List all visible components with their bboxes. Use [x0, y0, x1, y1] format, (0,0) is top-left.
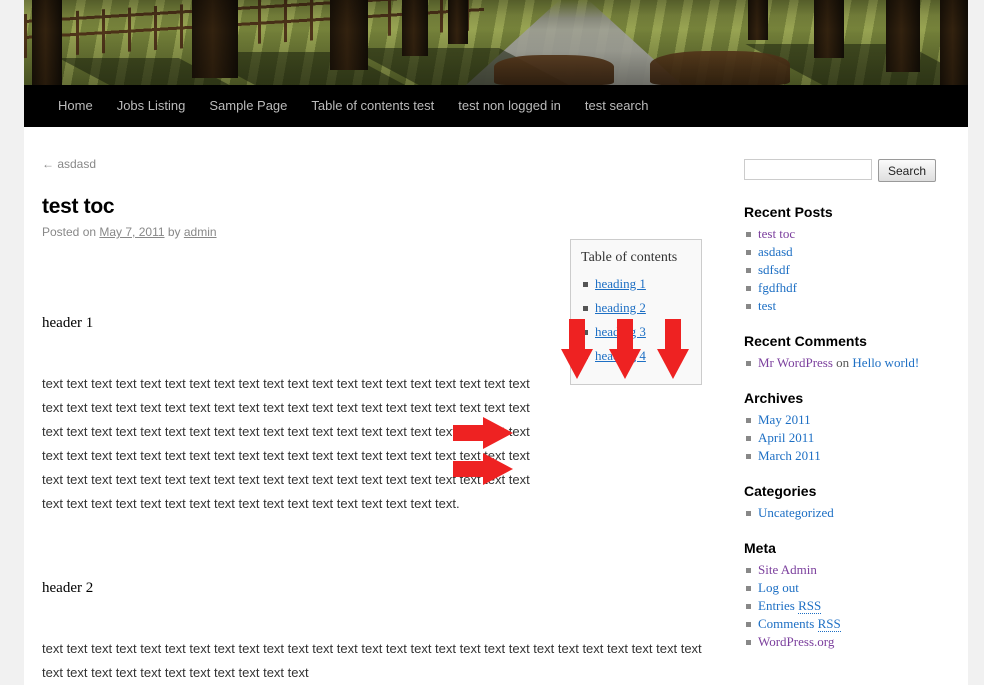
entry-meta: Posted on May 7, 2011 by admin: [42, 225, 702, 239]
rss-abbr: RSS: [798, 598, 822, 614]
nav-item-test-non-logged-in[interactable]: test non logged in: [446, 85, 573, 127]
arrow-shaft: [453, 425, 485, 441]
arrow-shaft: [453, 461, 485, 477]
comment-on-label: on: [832, 355, 853, 370]
arrow-shaft: [617, 319, 633, 351]
meta-link-log-out[interactable]: Log out: [758, 580, 799, 595]
arrow-head: [483, 417, 513, 449]
widget-meta: Meta Site Admin Log out Entries RSS Comm…: [744, 540, 954, 651]
list-item: Mr WordPress on Hello world!: [746, 354, 954, 372]
toc-link-heading-2[interactable]: heading 2: [595, 300, 646, 315]
arrow-head: [483, 453, 513, 485]
archives-list: May 2011 April 2011 March 2011: [744, 411, 954, 465]
arrow-head: [609, 349, 641, 379]
recent-post-link-fgdfhdf[interactable]: fgdfhdf: [758, 280, 797, 295]
widget-title-recent-comments: Recent Comments: [744, 333, 867, 349]
annotation-arrow-down-1: [561, 319, 593, 379]
recent-posts-list: test toc asdasd sdfsdf fgdfhdf test: [744, 225, 954, 315]
nav-item-sample-page[interactable]: Sample Page: [197, 85, 299, 127]
widget-archives: Archives May 2011 April 2011 March 2011: [744, 390, 954, 465]
meta-link-entries-rss[interactable]: Entries RSS: [758, 598, 822, 614]
comment-author-link[interactable]: Mr WordPress: [758, 355, 833, 370]
toc-title: Table of contents: [581, 250, 678, 265]
content-heading-2: header 2: [42, 580, 94, 596]
meta-link-entries-label: Entries: [758, 598, 799, 613]
list-item: Log out: [746, 579, 954, 597]
list-item: test toc: [746, 225, 954, 243]
widget-title-meta: Meta: [744, 540, 776, 556]
annotation-arrow-right-2: [453, 453, 513, 485]
meta-link-comments-label: Comments: [758, 616, 818, 631]
toc-list-item: heading 1: [583, 272, 691, 296]
meta-link-comments-rss[interactable]: Comments RSS: [758, 616, 841, 632]
list-item: asdasd: [746, 243, 954, 261]
archive-link-april-2011[interactable]: April 2011: [758, 430, 814, 445]
post-date-link[interactable]: May 7, 2011: [99, 225, 164, 239]
categories-list: Uncategorized: [744, 504, 954, 522]
toc-link-heading-1[interactable]: heading 1: [595, 276, 646, 291]
list-item: March 2011: [746, 447, 954, 465]
meta-list: Site Admin Log out Entries RSS Comments …: [744, 561, 954, 651]
toc-list-item: heading 2: [583, 296, 691, 320]
list-item: May 2011: [746, 411, 954, 429]
arrow-head: [657, 349, 689, 379]
arrow-shaft: [569, 319, 585, 351]
arrow-head: [561, 349, 593, 379]
page-wrapper: Home Jobs Listing Sample Page Table of c…: [24, 0, 968, 685]
recent-post-link-test-toc[interactable]: test toc: [758, 226, 795, 241]
nav-item-table-of-contents-test[interactable]: Table of contents test: [299, 85, 446, 127]
rss-abbr: RSS: [817, 616, 841, 632]
annotation-arrow-down-3: [657, 319, 689, 379]
widget-title-recent-posts: Recent Posts: [744, 204, 833, 220]
list-item: Comments RSS: [746, 615, 954, 633]
recent-post-link-test[interactable]: test: [758, 298, 776, 313]
list-item: fgdfhdf: [746, 279, 954, 297]
annotation-arrow-right-1: [453, 417, 513, 449]
sidebar: Search Recent Posts test toc asdasd sdfs…: [744, 159, 954, 669]
widget-categories: Categories Uncategorized: [744, 483, 954, 522]
annotation-arrow-down-2: [609, 319, 641, 379]
page-title: test toc: [42, 195, 115, 218]
recent-post-link-sdfsdf[interactable]: sdfsdf: [758, 262, 790, 277]
header-vignette: [24, 0, 968, 85]
content-column: ← asdasd test toc Posted on May 7, 2011 …: [42, 155, 702, 685]
list-item: Uncategorized: [746, 504, 954, 522]
post-author-link[interactable]: admin: [184, 225, 217, 239]
primary-navigation: Home Jobs Listing Sample Page Table of c…: [24, 85, 968, 127]
list-item: Entries RSS: [746, 597, 954, 615]
list-item: Site Admin: [746, 561, 954, 579]
search-input[interactable]: [744, 159, 872, 180]
header-image: [24, 0, 968, 85]
nav-item-test-search[interactable]: test search: [573, 85, 661, 127]
list-item: WordPress.org: [746, 633, 954, 651]
list-item: test: [746, 297, 954, 315]
entry-content: Table of contents heading 1 heading 2 he…: [42, 239, 702, 685]
recent-post-link-asdasd[interactable]: asdasd: [758, 244, 793, 259]
search-form: Search: [744, 159, 954, 182]
category-link-uncategorized[interactable]: Uncategorized: [758, 505, 834, 520]
nav-item-jobs-listing[interactable]: Jobs Listing: [105, 85, 198, 127]
previous-post-link[interactable]: ← asdasd: [42, 157, 96, 171]
archive-link-may-2011[interactable]: May 2011: [758, 412, 811, 427]
content-paragraph-1: text text text text text text text text …: [42, 376, 530, 511]
widget-recent-posts: Recent Posts test toc asdasd sdfsdf fgdf…: [744, 204, 954, 315]
archive-link-march-2011[interactable]: March 2011: [758, 448, 821, 463]
search-button[interactable]: Search: [878, 159, 937, 182]
previous-post-nav: ← asdasd: [42, 155, 702, 173]
widget-title-categories: Categories: [744, 483, 817, 499]
by-label: by: [164, 225, 184, 239]
widget-recent-comments: Recent Comments Mr WordPress on Hello wo…: [744, 333, 954, 372]
meta-link-wordpress-org[interactable]: WordPress.org: [758, 634, 834, 649]
list-item: April 2011: [746, 429, 954, 447]
list-item: sdfsdf: [746, 261, 954, 279]
nav-item-home[interactable]: Home: [46, 85, 105, 127]
arrow-shaft: [665, 319, 681, 351]
widget-title-archives: Archives: [744, 390, 804, 406]
recent-comments-list: Mr WordPress on Hello world!: [744, 354, 954, 372]
content-paragraph-2: text text text text text text text text …: [42, 641, 702, 680]
posted-on-label: Posted on: [42, 225, 100, 239]
meta-link-site-admin[interactable]: Site Admin: [758, 562, 817, 577]
comment-post-link[interactable]: Hello world!: [852, 355, 919, 370]
